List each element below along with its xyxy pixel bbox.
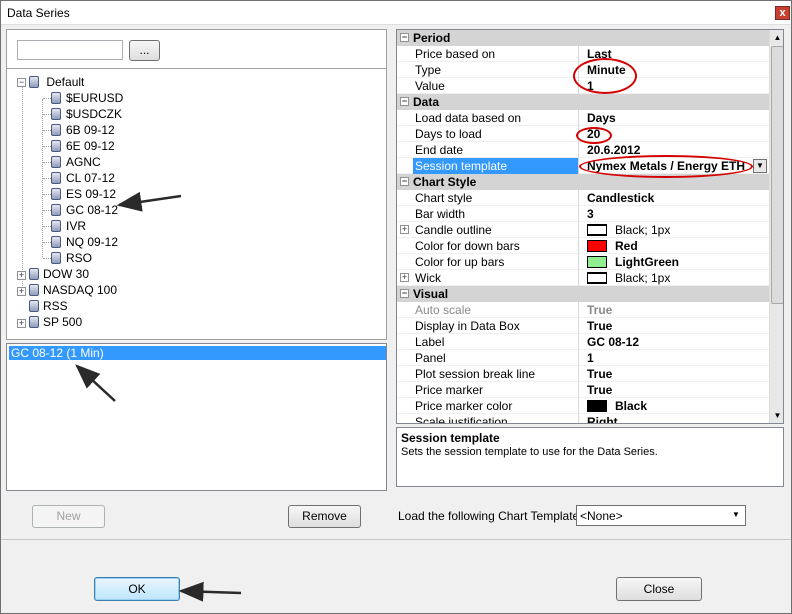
title-bar: Data Series x [1, 1, 791, 25]
close-icon[interactable]: x [775, 6, 790, 20]
arrow-to-gc-node [116, 191, 182, 212]
dialog-body: ... − Default $EURUSD $USDCZK 6B 09-12 6… [1, 25, 791, 613]
annotation-arrows [75, 191, 242, 602]
arrow-to-ok-button [178, 581, 242, 602]
arrow-to-series-item [75, 364, 116, 402]
data-series-dialog: Data Series x ... − Default $EURUSD $USD… [0, 0, 792, 614]
dialog-title: Data Series [7, 6, 70, 20]
